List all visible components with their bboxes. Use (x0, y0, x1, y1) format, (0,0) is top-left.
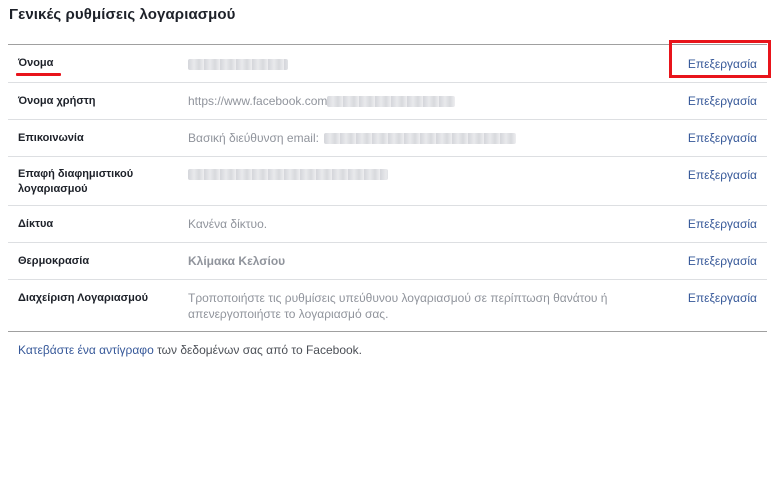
row-label: Δίκτυα (18, 218, 54, 230)
download-copy-footer: Κατεβάστε ένα αντίγραφο των δεδομένων σα… (18, 343, 362, 357)
row-label: Όνομα χρήστη (18, 95, 96, 107)
annotation-highlight-box (669, 40, 771, 78)
redacted-name (188, 59, 288, 71)
settings-row-username: Όνομα χρήστη https://www.facebook.com Επ… (8, 83, 767, 120)
settings-row-temperature: Θερμοκρασία Κλίμακα Κελσίου Επεξεργασία (8, 243, 767, 280)
redacted-username (327, 96, 456, 108)
row-label: Διαχείριση Λογαριασμού (18, 292, 149, 304)
redacted-email (324, 133, 517, 145)
row-value-contact: Βασική διεύθυνση email: (188, 130, 628, 146)
edit-networks-link[interactable]: Επεξεργασία (688, 216, 757, 232)
row-label: Επικοινωνία (18, 132, 84, 144)
settings-row-ad-contact: Επαφή διαφημιστικού λογαριασμού Επεξεργα… (8, 157, 767, 206)
edit-temperature-link[interactable]: Επεξεργασία (688, 253, 757, 269)
primary-email-label: Βασική διεύθυνση email: (188, 131, 319, 145)
row-value-username: https://www.facebook.com (188, 93, 628, 109)
edit-contact-link[interactable]: Επεξεργασία (688, 130, 757, 146)
settings-row-account-management: Διαχείριση Λογαριασμού Τροποποιήστε τις … (8, 280, 767, 331)
footer-text: των δεδομένων σας από το Facebook. (153, 343, 363, 357)
edit-username-link[interactable]: Επεξεργασία (688, 93, 757, 109)
edit-account-management-link[interactable]: Επεξεργασία (688, 290, 757, 306)
username-url: https://www.facebook.com (188, 94, 328, 108)
page-title: Γενικές ρυθμίσεις λογαριασμού (9, 6, 236, 23)
row-value-account-management: Τροποποιήστε τις ρυθμίσεις υπεύθυνου λογ… (188, 291, 608, 321)
row-label: Όνομα (18, 57, 54, 69)
settings-row-name: Όνομα Επεξεργασία (8, 40, 771, 83)
redacted-ad-contact (188, 169, 388, 181)
download-copy-link[interactable]: Κατεβάστε ένα αντίγραφο (18, 343, 154, 357)
settings-row-contact: Επικοινωνία Βασική διεύθυνση email: Επεξ… (8, 120, 767, 157)
row-label: Επαφή διαφημιστικού λογαριασμού (18, 168, 134, 195)
row-value-temperature: Κλίμακα Κελσίου (188, 254, 286, 268)
row-value-ad-contact (188, 166, 628, 182)
row-value-name (188, 56, 628, 72)
row-label: Θερμοκρασία (18, 255, 90, 267)
settings-row-networks: Δίκτυα Κανένα δίκτυο. Επεξεργασία (8, 206, 767, 243)
annotation-underline (16, 73, 61, 76)
row-value-networks: Κανένα δίκτυο. (188, 217, 268, 231)
edit-ad-contact-link[interactable]: Επεξεργασία (688, 167, 757, 183)
settings-list: Όνομα Επεξεργασία Όνομα χρήστη https://w… (8, 40, 771, 332)
